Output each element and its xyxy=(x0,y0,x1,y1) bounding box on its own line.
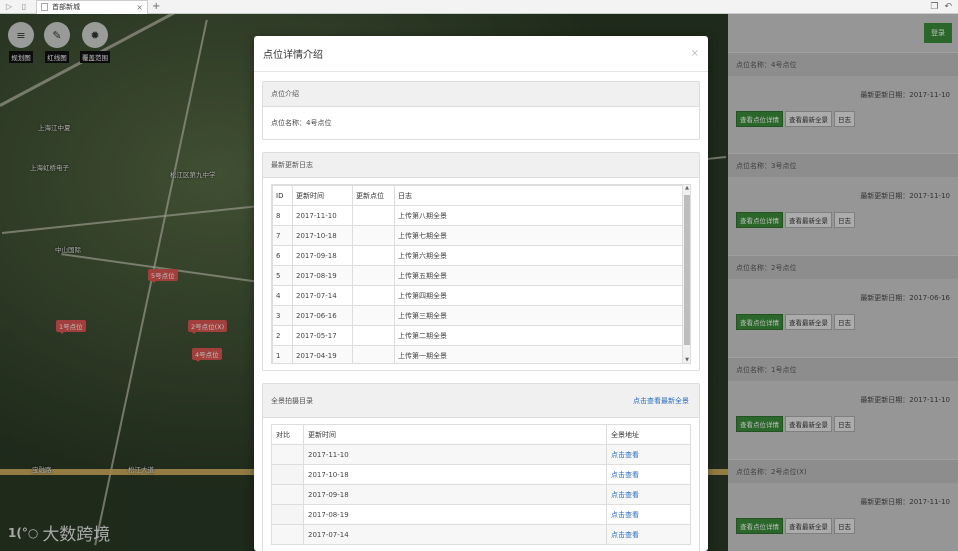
cell-log: 上传第三期全景 xyxy=(394,305,690,326)
cell-log: 上传第四期全景 xyxy=(394,285,690,306)
cell-point xyxy=(352,305,395,326)
table-row: 2017-09-18 点击查看 xyxy=(271,484,691,505)
panel-heading: 点位介绍 xyxy=(263,82,699,107)
cell-id: 8 xyxy=(272,205,293,226)
compare-cell[interactable] xyxy=(271,464,304,485)
close-tab-icon[interactable]: × xyxy=(136,3,143,12)
cell-time: 2017-09-18 xyxy=(303,484,607,505)
cell-id: 6 xyxy=(272,245,293,266)
table-row: 2017-11-10 点击查看 xyxy=(271,444,691,465)
table-row: 3 2017-06-16 上传第三期全景 xyxy=(272,305,690,326)
cell-time: 2017-07-14 xyxy=(292,285,353,306)
cell-point xyxy=(352,225,395,246)
new-tab-icon[interactable]: + xyxy=(152,1,160,12)
scroll-thumb[interactable] xyxy=(684,195,690,345)
panel-heading: 全景拍摄目录 xyxy=(271,396,313,405)
cell-time: 2017-06-16 xyxy=(292,305,353,326)
pano-catalog-table: 对比 更新时间 全景地址 2017-11-10 点击查看 2017-10-18 点击… xyxy=(271,424,691,545)
update-log-table: ID 更新时间 更新点位 日志 8 2017-11-10 上传第八期全景 7 2017… xyxy=(272,185,690,363)
cell-time: 2017-04-19 xyxy=(292,345,353,363)
browser-tab[interactable]: 首部新城 × xyxy=(36,0,148,14)
scroll-down-icon[interactable]: ▼ xyxy=(683,357,690,363)
cell-log: 上传第五期全景 xyxy=(394,265,690,286)
compare-cell[interactable] xyxy=(271,484,304,505)
cell-time: 2017-08-19 xyxy=(292,265,353,286)
cell-point xyxy=(352,345,395,363)
table-row: 7 2017-10-18 上传第七期全景 xyxy=(272,225,690,246)
cell-log: 上传第一期全景 xyxy=(394,345,690,363)
column-header: 对比 xyxy=(271,424,304,445)
cell-time: 2017-07-14 xyxy=(303,524,607,545)
page-icon: ▯ xyxy=(21,1,27,11)
table-row: 2017-07-14 点击查看 xyxy=(271,524,691,545)
compare-cell[interactable] xyxy=(271,524,304,545)
column-header: 全景地址 xyxy=(606,424,691,445)
cell-point xyxy=(352,245,395,266)
table-row: 2017-08-19 点击查看 xyxy=(271,504,691,525)
cell-id: 1 xyxy=(272,345,293,363)
panel-heading: 最新更新日志 xyxy=(263,153,699,178)
point-name-info: 点位名称：4号点位 xyxy=(271,119,332,127)
browser-tab-bar: ▷ ▯ 首部新城 × + ❐ ↶ xyxy=(0,0,958,14)
view-pano-link[interactable]: 点击查看 xyxy=(611,491,639,499)
table-row: 4 2017-07-14 上传第四期全景 xyxy=(272,285,690,306)
cell-point xyxy=(352,285,395,306)
pano-catalog-panel: 全景拍摄目录 点击查看最新全景 对比 更新时间 全景地址 2017-11-10 点… xyxy=(262,383,700,551)
table-row: 5 2017-08-19 上传第五期全景 xyxy=(272,265,690,286)
cell-id: 5 xyxy=(272,265,293,286)
cell-point xyxy=(352,325,395,346)
update-log-panel: 最新更新日志 ID 更新时间 更新点位 日志 8 2017-11-10 上传第八… xyxy=(262,152,700,371)
undo-icon[interactable]: ↶ xyxy=(944,2,952,12)
cell-id: 7 xyxy=(272,225,293,246)
close-icon[interactable]: × xyxy=(691,48,699,59)
cell-id: 3 xyxy=(272,305,293,326)
cell-log: 上传第八期全景 xyxy=(394,205,690,226)
cell-log: 上传第七期全景 xyxy=(394,225,690,246)
cell-time: 2017-10-18 xyxy=(292,225,353,246)
column-header: 更新时间 xyxy=(292,185,353,206)
table-row: 2017-10-18 点击查看 xyxy=(271,464,691,485)
cell-time: 2017-09-18 xyxy=(292,245,353,266)
back-icon[interactable]: ▷ xyxy=(3,1,15,13)
column-header: 更新点位 xyxy=(352,185,395,206)
cell-time: 2017-11-10 xyxy=(292,205,353,226)
view-pano-link[interactable]: 点击查看 xyxy=(611,531,639,539)
view-latest-pano-link[interactable]: 点击查看最新全景 xyxy=(633,396,689,406)
cell-log: 上传第二期全景 xyxy=(394,325,690,346)
view-pano-link[interactable]: 点击查看 xyxy=(611,471,639,479)
cell-time: 2017-10-18 xyxy=(303,464,607,485)
point-intro-panel: 点位介绍 点位名称：4号点位 xyxy=(262,81,700,140)
point-detail-modal: 点位详情介绍 × 点位介绍 点位名称：4号点位 最新更新日志 ID 更新时间 更… xyxy=(254,36,708,551)
cell-time: 2017-08-19 xyxy=(303,504,607,525)
modal-title: 点位详情介绍 xyxy=(263,50,323,61)
scroll-up-icon[interactable]: ▲ xyxy=(683,185,690,191)
cell-time: 2017-05-17 xyxy=(292,325,353,346)
cell-id: 2 xyxy=(272,325,293,346)
table-row: 1 2017-04-19 上传第一期全景 xyxy=(272,345,690,363)
table-row: 6 2017-09-18 上传第六期全景 xyxy=(272,245,690,266)
cell-point xyxy=(352,265,395,286)
cell-time: 2017-11-10 xyxy=(303,444,607,465)
compare-cell[interactable] xyxy=(271,504,304,525)
favicon-icon xyxy=(41,3,48,11)
cell-point xyxy=(352,205,395,226)
cell-log: 上传第六期全景 xyxy=(394,245,690,266)
browser-tab-title: 首部新城 xyxy=(52,3,80,11)
log-scrollbar[interactable]: ▲ ▼ xyxy=(682,185,690,363)
table-row: 2 2017-05-17 上传第二期全景 xyxy=(272,325,690,346)
restore-icon[interactable]: ❐ xyxy=(930,2,938,12)
column-header: 更新时间 xyxy=(303,424,607,445)
column-header: 日志 xyxy=(394,185,690,206)
table-row: 8 2017-11-10 上传第八期全景 xyxy=(272,205,690,226)
log-table-scroll[interactable]: ID 更新时间 更新点位 日志 8 2017-11-10 上传第八期全景 7 2017… xyxy=(271,184,691,364)
compare-cell[interactable] xyxy=(271,444,304,465)
view-pano-link[interactable]: 点击查看 xyxy=(611,451,639,459)
view-pano-link[interactable]: 点击查看 xyxy=(611,511,639,519)
cell-id: 4 xyxy=(272,285,293,306)
column-header: ID xyxy=(272,185,293,206)
